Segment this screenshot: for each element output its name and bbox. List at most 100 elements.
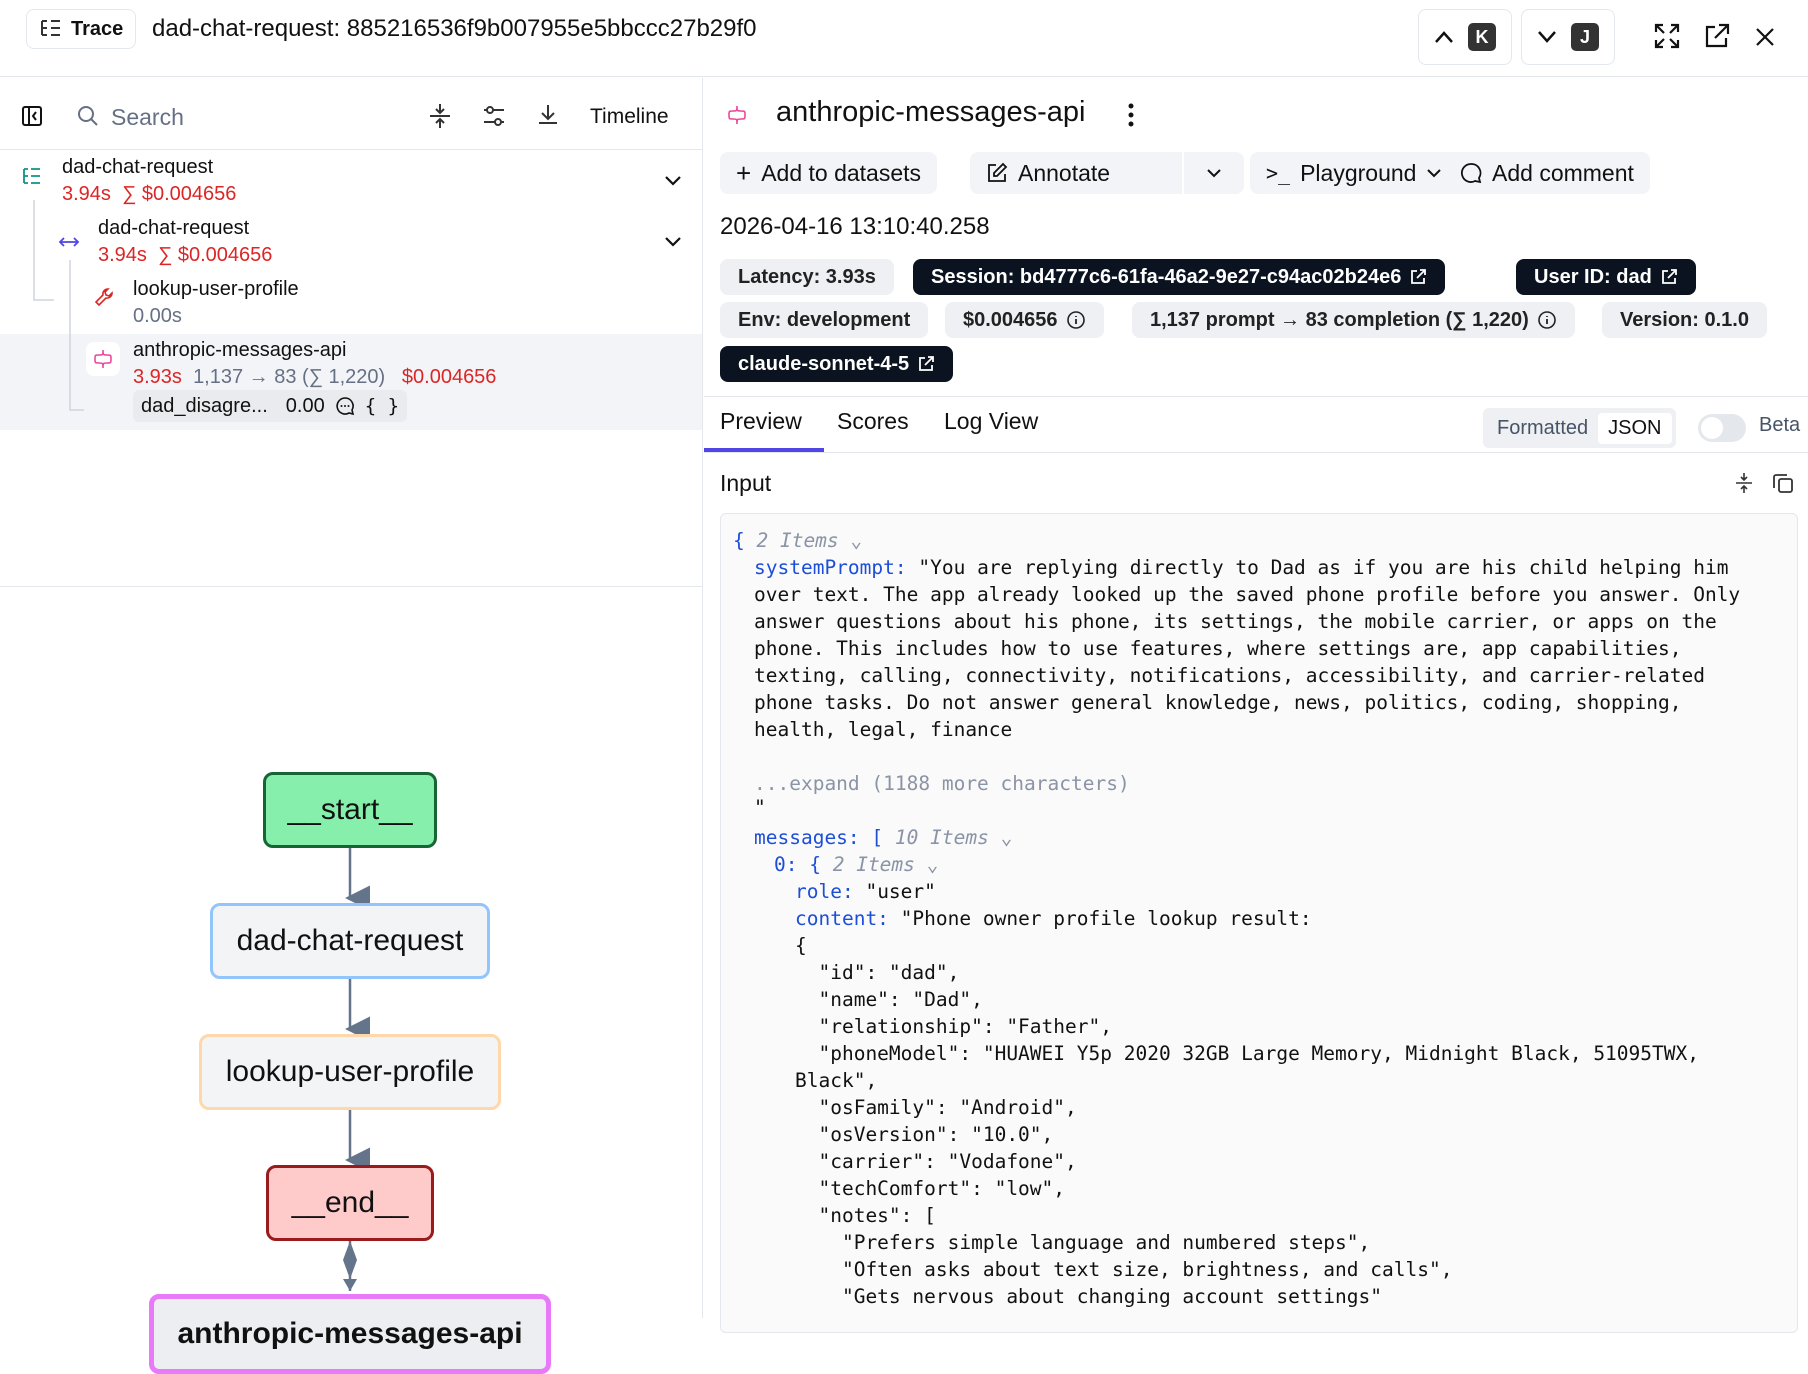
input-label: Input bbox=[720, 470, 772, 496]
session-tag[interactable]: Session: bd4777c6-61fa-46a2-9e27-c94ac02… bbox=[913, 259, 1446, 295]
tree-node[interactable]: dad-chat-request 3.94s ∑ $0.004656 bbox=[62, 156, 236, 206]
message-items-count[interactable]: 2 Items bbox=[833, 853, 915, 876]
comment-icon bbox=[336, 397, 354, 416]
env-tag: Env: development bbox=[720, 302, 929, 338]
node-cost: $0.004656 bbox=[401, 366, 497, 388]
shortcut-k: K bbox=[1468, 23, 1496, 51]
graph-node-start[interactable]: __start__ bbox=[263, 772, 437, 848]
closing-quote: " bbox=[754, 796, 766, 819]
open-external-icon[interactable] bbox=[1703, 22, 1731, 50]
annotate-dropdown-button[interactable] bbox=[1184, 152, 1244, 194]
node-tokens: 1,137 → 83 (∑ 1,220) bbox=[193, 366, 386, 388]
more-vertical-icon[interactable] bbox=[1127, 102, 1135, 128]
sparkle-icon bbox=[94, 349, 112, 369]
trace-badge[interactable]: Trace bbox=[26, 9, 137, 49]
copy-icon[interactable] bbox=[1772, 472, 1794, 494]
observation-title: anthropic-messages-api bbox=[776, 96, 1086, 128]
trace-icon bbox=[23, 168, 40, 184]
tree-node[interactable]: dad-chat-request 3.94s ∑ $0.004656 bbox=[98, 217, 272, 267]
tree-toolbar: Search Timeline bbox=[0, 78, 702, 150]
chevron-down-icon[interactable] bbox=[664, 236, 682, 248]
content-line: "carrier": "Vodafone", bbox=[795, 1150, 1077, 1173]
annotate-button[interactable]: Annotate bbox=[970, 152, 1182, 194]
external-link-icon bbox=[919, 356, 935, 371]
format-json[interactable]: JSON bbox=[1598, 412, 1672, 444]
role-key: role: bbox=[795, 880, 854, 903]
add-comment-label: Add comment bbox=[1492, 159, 1634, 186]
tab-log-view[interactable]: Log View bbox=[944, 408, 1038, 435]
node-cost: ∑ $0.004656 bbox=[122, 183, 237, 205]
tree-icon bbox=[41, 20, 60, 36]
root-items-count[interactable]: 2 Items bbox=[756, 529, 838, 552]
terminal-icon: >_ bbox=[1266, 161, 1291, 185]
annotate-label: Annotate bbox=[1018, 159, 1111, 186]
beta-label: Beta bbox=[1759, 414, 1801, 436]
info-icon[interactable] bbox=[1066, 310, 1086, 330]
expand-link[interactable]: ...expand (1188 more characters) bbox=[754, 770, 1130, 797]
cost-tag: $0.004656 bbox=[945, 302, 1104, 338]
generation-icon-box bbox=[86, 342, 120, 376]
system-prompt-line: "You are replying directly to Dad as if … bbox=[918, 556, 1729, 579]
chevron-down-icon[interactable] bbox=[664, 175, 682, 187]
add-to-datasets-label: Add to datasets bbox=[761, 159, 922, 186]
close-icon[interactable] bbox=[1754, 26, 1776, 48]
content-line: "osVersion": "10.0", bbox=[795, 1123, 1054, 1146]
external-link-icon bbox=[1661, 269, 1677, 284]
content-line: "id": "dad", bbox=[795, 961, 960, 984]
graph-node-anthropic-messages-api[interactable]: anthropic-messages-api bbox=[149, 1294, 551, 1374]
content-line: "techComfort": "low", bbox=[795, 1177, 1066, 1200]
node-name: lookup-user-profile bbox=[133, 278, 299, 300]
message-index: 0: bbox=[774, 853, 798, 876]
score-chip[interactable]: dad_disagre... 0.00 { } bbox=[133, 390, 408, 422]
sidebar-toggle-icon[interactable] bbox=[21, 105, 43, 127]
content-line: "Gets nervous about changing account set… bbox=[795, 1285, 1382, 1308]
tokens-label: 1,137 prompt → 83 completion (∑ 1,220) bbox=[1150, 308, 1529, 331]
tree-node-selected[interactable]: anthropic-messages-api 3.93s 1,137 → 83 … bbox=[133, 339, 496, 389]
system-prompt-line: phone tasks. Do not answer general knowl… bbox=[754, 691, 1682, 714]
sparkle-icon bbox=[728, 105, 746, 125]
edit-icon bbox=[988, 162, 1008, 182]
expand-icon[interactable] bbox=[1653, 22, 1681, 50]
node-name: dad-chat-request bbox=[98, 217, 250, 239]
format-formatted[interactable]: Formatted bbox=[1487, 417, 1598, 440]
add-to-datasets-button[interactable]: + Add to datasets bbox=[720, 152, 938, 194]
collapse-all-icon[interactable] bbox=[428, 103, 452, 129]
node-cost: ∑ $0.004656 bbox=[158, 244, 273, 266]
prev-trace-button[interactable]: K bbox=[1418, 9, 1512, 65]
timeline-toggle[interactable]: Timeline bbox=[590, 105, 669, 129]
collapse-icon[interactable] bbox=[1734, 472, 1754, 494]
chevron-down-icon bbox=[1538, 31, 1556, 43]
search-icon bbox=[78, 106, 98, 126]
system-prompt-line: phone. This includes how to use features… bbox=[754, 637, 1682, 660]
tokens-tag: 1,137 prompt → 83 completion (∑ 1,220) bbox=[1132, 302, 1575, 338]
tree-node[interactable]: lookup-user-profile 0.00s bbox=[133, 278, 299, 328]
content-line: "notes": [ bbox=[795, 1204, 936, 1227]
node-latency: 0.00s bbox=[133, 305, 182, 327]
add-comment-button[interactable]: Add comment bbox=[1444, 152, 1650, 194]
search-input[interactable]: Search bbox=[111, 104, 184, 131]
model-tag[interactable]: claude-sonnet-4-5 bbox=[720, 346, 954, 382]
content-line: "name": "Dad", bbox=[795, 988, 983, 1011]
graph-node-dad-chat-request[interactable]: dad-chat-request bbox=[210, 903, 490, 979]
user-id-tag[interactable]: User ID: dad bbox=[1516, 259, 1696, 295]
playground-button[interactable]: >_ Playground bbox=[1250, 152, 1459, 194]
tab-scores[interactable]: Scores bbox=[837, 408, 909, 435]
tab-preview[interactable]: Preview bbox=[720, 408, 802, 435]
download-icon[interactable] bbox=[536, 103, 560, 127]
messages-items-count[interactable]: 10 Items bbox=[895, 826, 989, 849]
content-line: Black", bbox=[795, 1069, 878, 1092]
info-icon[interactable] bbox=[1537, 310, 1557, 330]
settings-sliders-icon[interactable] bbox=[482, 104, 506, 128]
system-prompt-line: health, legal, finance bbox=[754, 718, 1013, 741]
messages-key: messages: bbox=[754, 826, 860, 849]
content-line: "Often asks about text size, brightness,… bbox=[795, 1258, 1453, 1281]
beta-switch[interactable] bbox=[1698, 414, 1746, 442]
graph-node-lookup-user-profile[interactable]: lookup-user-profile bbox=[199, 1034, 501, 1110]
graph-node-end[interactable]: __end__ bbox=[266, 1165, 434, 1241]
system-prompt-line: over text. The app already looked up the… bbox=[754, 583, 1741, 606]
trace-badge-label: Trace bbox=[71, 17, 124, 40]
model-label: claude-sonnet-4-5 bbox=[738, 352, 910, 375]
top-bar: Trace dad-chat-request: 885216536f9b0079… bbox=[0, 0, 1808, 77]
next-trace-button[interactable]: J bbox=[1521, 9, 1615, 65]
plus-icon: + bbox=[736, 157, 752, 188]
